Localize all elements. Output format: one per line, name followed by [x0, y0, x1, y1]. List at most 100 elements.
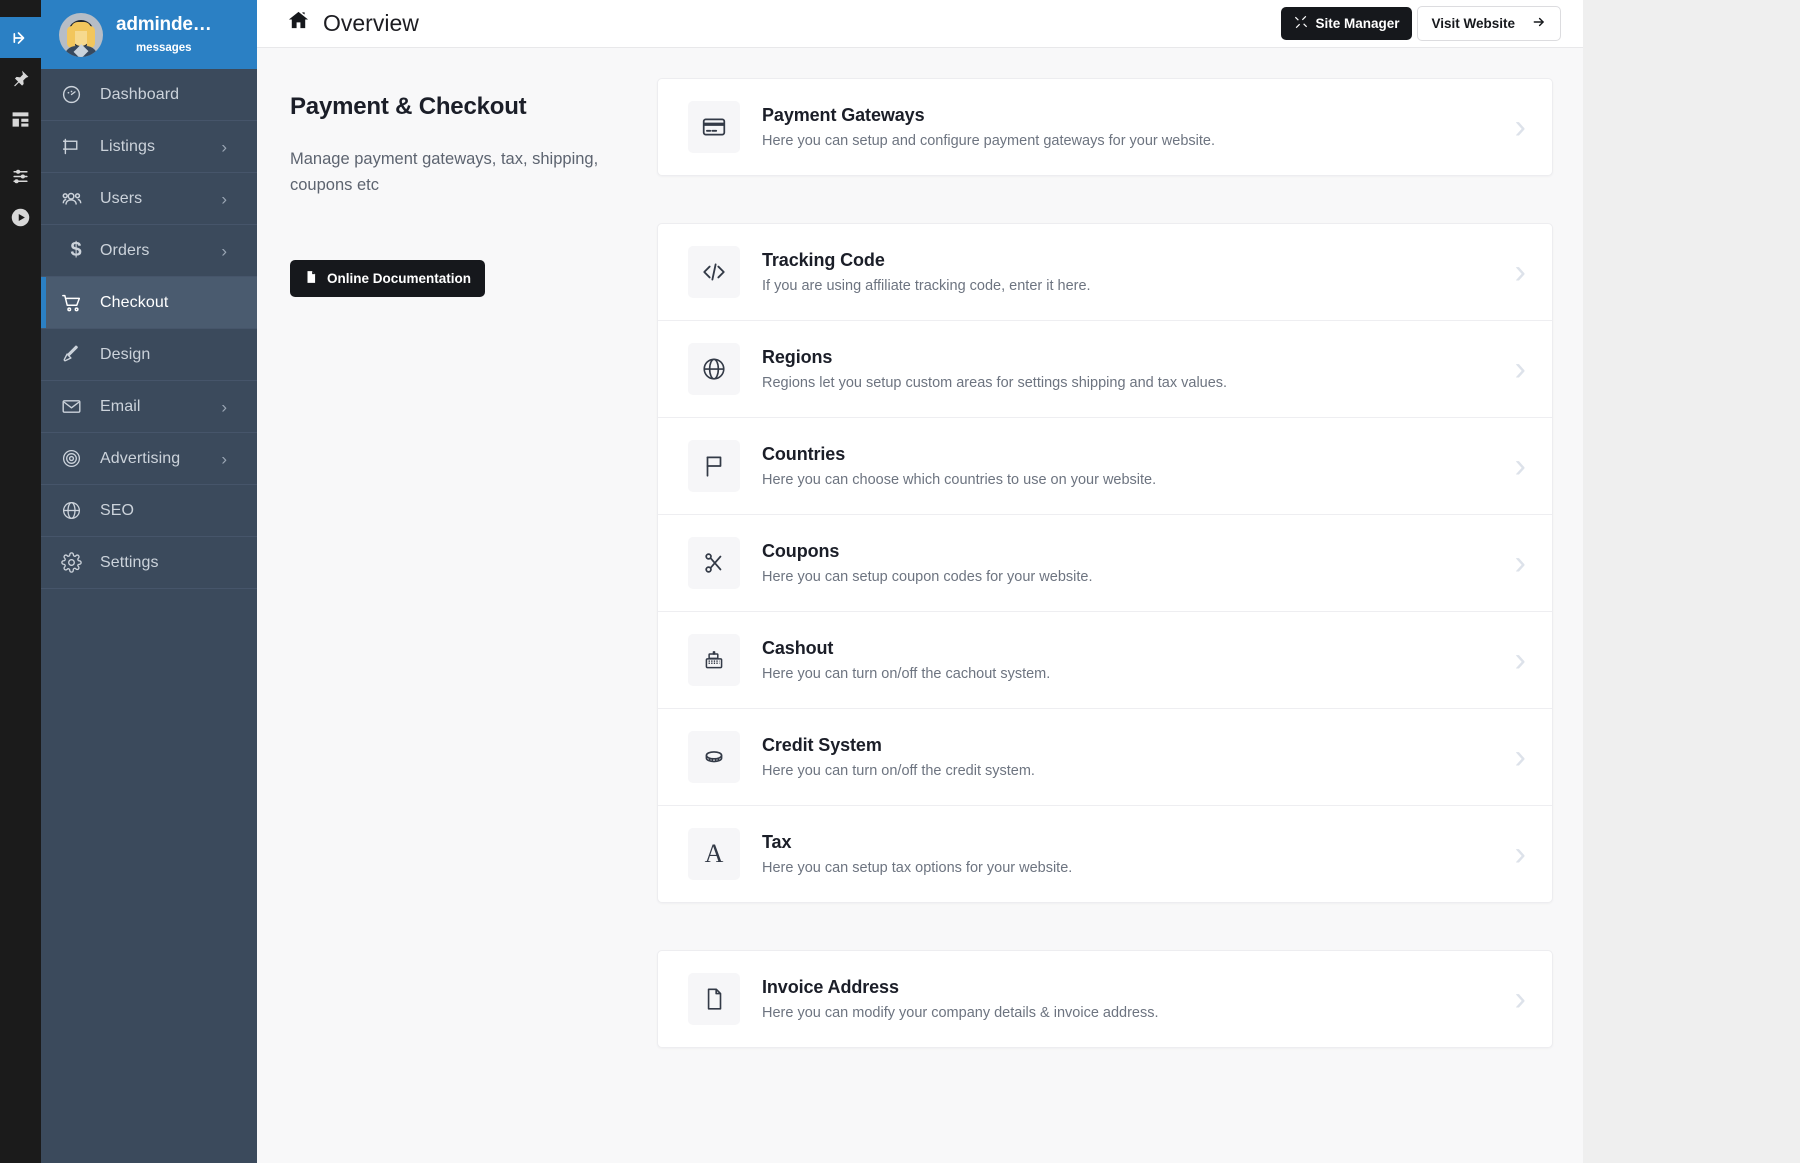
sidebar-item-listings[interactable]: Listings ›: [41, 121, 257, 173]
site-manager-button[interactable]: Site Manager: [1281, 7, 1412, 40]
list-settings-icon: [11, 167, 30, 186]
row-text: Tracking Code If you are using affiliate…: [762, 250, 1501, 294]
row-text: Payment Gateways Here you can setup and …: [762, 105, 1501, 149]
chevron-right-icon: ›: [1501, 110, 1526, 144]
rail-item-list-settings[interactable]: [0, 156, 41, 197]
sidebar-item-label: Design: [100, 346, 150, 364]
chevron-right-icon: ›: [1501, 546, 1526, 580]
row-title: Tracking Code: [762, 250, 1501, 271]
row-title: Regions: [762, 347, 1501, 368]
page-body: Payment & Checkout Manage payment gatewa…: [257, 48, 1583, 1163]
sidebar-item-checkout[interactable]: Checkout: [41, 277, 257, 329]
sidebar-item-dashboard[interactable]: Dashboard: [41, 69, 257, 121]
scissors-icon: [688, 537, 740, 589]
row-description: Here you can turn on/off the credit syst…: [762, 763, 1501, 779]
sidebar-nav: Dashboard Listings ›: [41, 69, 257, 589]
row-countries[interactable]: Countries Here you can choose which coun…: [658, 417, 1552, 514]
rail-item-play[interactable]: [0, 197, 41, 238]
sidebar-item-settings[interactable]: Settings: [41, 537, 257, 589]
sidebar-item-advertising[interactable]: Advertising ›: [41, 433, 257, 485]
grid-layout-icon: [11, 110, 30, 129]
home-icon: [287, 9, 310, 38]
chevron-right-icon: ›: [1501, 740, 1526, 774]
sidebar-item-label: Advertising: [100, 450, 180, 468]
cash-register-icon: [688, 634, 740, 686]
row-cashout[interactable]: Cashout Here you can turn on/off the cac…: [658, 611, 1552, 708]
row-description: Here you can turn on/off the cachout sys…: [762, 666, 1501, 682]
row-title: Payment Gateways: [762, 105, 1501, 126]
sidebar-item-label: Orders: [100, 242, 150, 260]
sidebar-user-header[interactable]: adminde… messages: [41, 0, 257, 69]
online-documentation-button[interactable]: Online Documentation: [290, 260, 485, 297]
row-coupons[interactable]: Coupons Here you can setup coupon codes …: [658, 514, 1552, 611]
globe-icon: [61, 500, 91, 521]
listing-icon: [61, 136, 91, 157]
row-text: Regions Regions let you setup custom are…: [762, 347, 1501, 391]
top-bar: Overview Site Manager Visit Website: [257, 0, 1583, 48]
sidebar-item-email[interactable]: Email ›: [41, 381, 257, 433]
sidebar-item-seo[interactable]: SEO: [41, 485, 257, 537]
chevron-right-icon: ›: [1501, 643, 1526, 677]
brush-icon: [61, 344, 91, 365]
wrench-screwdriver-icon: [1294, 15, 1308, 32]
sidebar-item-design[interactable]: Design: [41, 329, 257, 381]
chevron-right-icon: ›: [1501, 255, 1526, 289]
rail-item-pin[interactable]: [0, 58, 41, 99]
row-description: Here you can setup coupon codes for your…: [762, 569, 1501, 585]
row-title: Countries: [762, 444, 1501, 465]
row-title: Tax: [762, 832, 1501, 853]
cart-icon: [61, 292, 91, 314]
row-tracking-code[interactable]: Tracking Code If you are using affiliate…: [658, 224, 1552, 320]
row-title: Credit System: [762, 735, 1501, 756]
chevron-right-icon: ›: [221, 190, 227, 207]
site-manager-label: Site Manager: [1315, 16, 1399, 31]
expand-collapse-icon: [11, 28, 31, 48]
row-payment-gateways[interactable]: Payment Gateways Here you can setup and …: [658, 79, 1552, 175]
chevron-right-icon: ›: [221, 398, 227, 415]
page-title: Overview: [287, 9, 419, 38]
row-description: Here you can setup and configure payment…: [762, 133, 1501, 149]
content-area: Overview Site Manager Visit Website: [257, 0, 1583, 1163]
flag-icon: [688, 440, 740, 492]
page-title-text: Overview: [323, 10, 419, 37]
target-icon: [61, 448, 91, 469]
document-icon: [304, 269, 318, 288]
main-sidebar: adminde… messages Dashboard: [41, 0, 257, 1163]
row-title: Cashout: [762, 638, 1501, 659]
globe-icon: [688, 343, 740, 395]
row-text: Countries Here you can choose which coun…: [762, 444, 1501, 488]
topbar-actions: Site Manager Visit Website: [1281, 6, 1561, 41]
chevron-right-icon: ›: [1501, 352, 1526, 386]
row-invoice-address[interactable]: Invoice Address Here you can modify your…: [658, 951, 1552, 1047]
online-documentation-label: Online Documentation: [327, 271, 471, 286]
row-credit-system[interactable]: Credit System Here you can turn on/off t…: [658, 708, 1552, 805]
sidebar-user-text: adminde… messages: [116, 15, 212, 54]
sidebar-item-orders[interactable]: $ Orders ›: [41, 225, 257, 277]
letter-a-icon: A: [688, 828, 740, 880]
sidebar-messages-label: messages: [136, 42, 192, 54]
sidebar-item-label: Checkout: [100, 294, 168, 312]
sidebar-item-label: Settings: [100, 554, 159, 572]
card-invoice-address: Invoice Address Here you can modify your…: [657, 950, 1553, 1048]
gear-icon: [61, 552, 91, 573]
section-intro-panel: Payment & Checkout Manage payment gatewa…: [257, 48, 657, 1163]
sidebar-username: adminde…: [116, 15, 212, 36]
visit-website-button[interactable]: Visit Website: [1417, 6, 1561, 41]
sidebar-item-label: SEO: [100, 502, 134, 520]
sidebar-item-users[interactable]: Users ›: [41, 173, 257, 225]
document-icon: [688, 973, 740, 1025]
pin-icon: [11, 69, 30, 88]
sidebar-item-label: Listings: [100, 138, 155, 156]
play-circle-icon: [10, 207, 31, 228]
visit-website-label: Visit Website: [1431, 16, 1515, 31]
row-regions[interactable]: Regions Regions let you setup custom are…: [658, 320, 1552, 417]
rail-item-grid-layout[interactable]: [0, 99, 41, 140]
row-description: Here you can modify your company details…: [762, 1005, 1501, 1021]
gauge-icon: [61, 84, 91, 105]
row-description: If you are using affiliate tracking code…: [762, 278, 1501, 294]
row-description: Regions let you setup custom areas for s…: [762, 375, 1501, 391]
row-tax[interactable]: A Tax Here you can setup tax options for…: [658, 805, 1552, 902]
row-text: Tax Here you can setup tax options for y…: [762, 832, 1501, 876]
rail-item-expand-collapse[interactable]: [0, 17, 41, 58]
sidebar-item-label: Dashboard: [100, 86, 179, 104]
